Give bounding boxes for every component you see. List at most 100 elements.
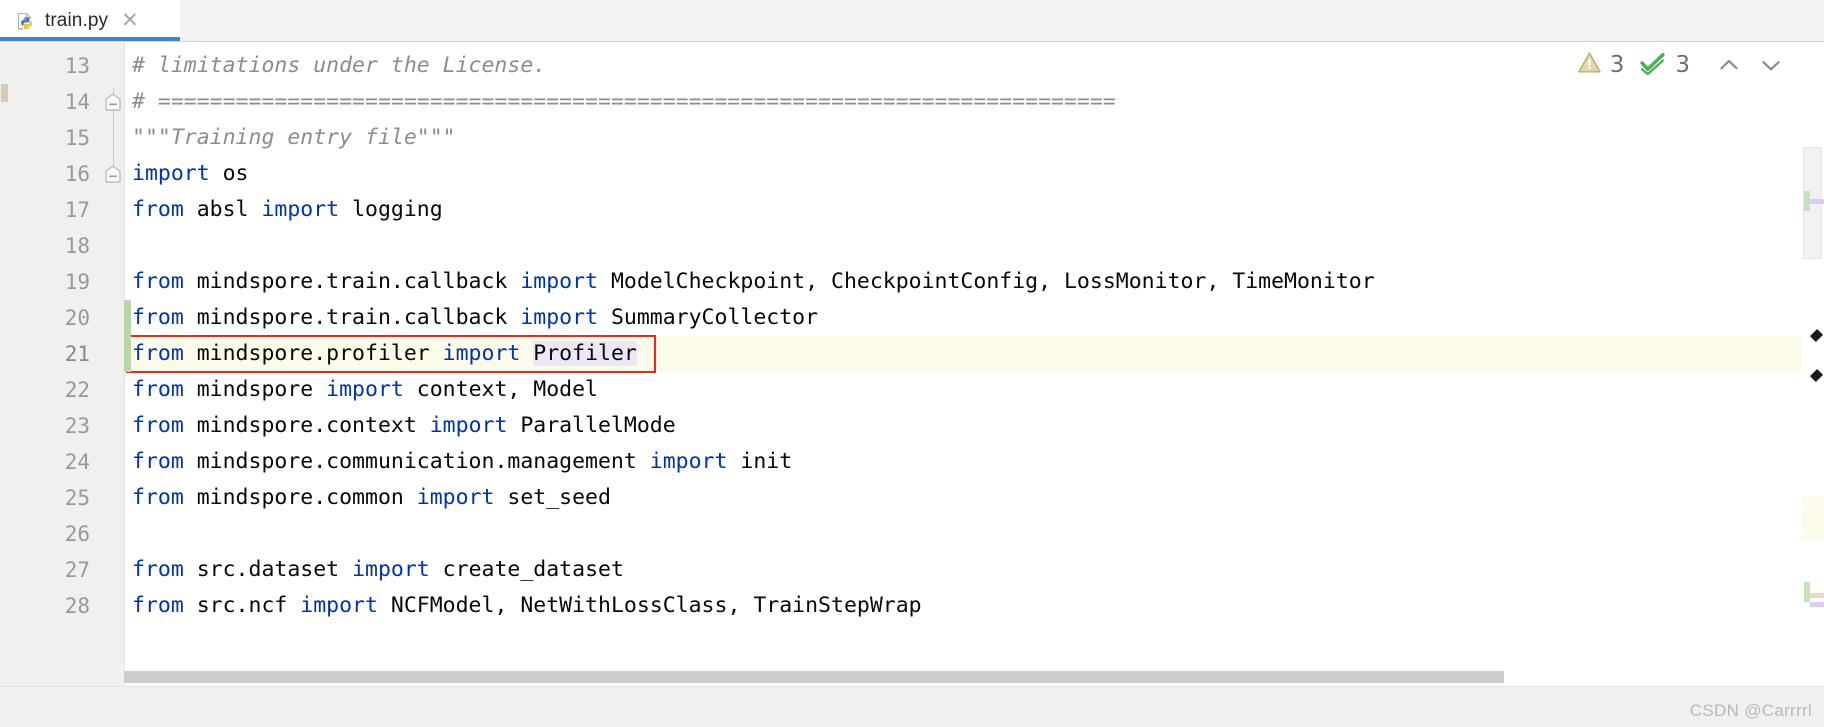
code-token: os [209, 161, 249, 186]
code-line[interactable]: from mindspore import context, Model [124, 372, 1824, 408]
code-token: src.dataset [183, 557, 353, 582]
code-line-text: # limitations under the License. [124, 48, 546, 84]
code-token: # limitations under the License. [132, 53, 547, 78]
stripe-marker-warning[interactable] [1810, 593, 1824, 598]
line-number[interactable]: 17 [10, 192, 102, 228]
vcs-change-marker[interactable] [124, 336, 131, 372]
code-line[interactable]: # ======================================… [124, 84, 1824, 120]
python-file-icon [16, 11, 36, 31]
code-token: context, Model [403, 377, 599, 402]
code-token: mindspore.train.callback [183, 269, 521, 294]
code-line[interactable] [124, 516, 1824, 552]
code-line[interactable]: from mindspore.profiler import Profiler [124, 336, 1824, 372]
line-number[interactable]: 19 [10, 264, 102, 300]
code-line-text: import os [124, 156, 249, 192]
code-token: mindspore.common [183, 485, 417, 510]
code-token: import [326, 377, 404, 402]
code-line[interactable]: import os [124, 156, 1824, 192]
line-number-gutter[interactable]: 13 14 15 16 17 18 19 20 21 22 23 24 25 26 27 28 [10, 42, 102, 727]
code-token: from [132, 593, 184, 618]
code-token: mindspore.communication.management [183, 449, 650, 474]
code-token: from [132, 377, 184, 402]
error-stripe-scrollbar[interactable] [1802, 42, 1824, 727]
vcs-change-marker[interactable] [124, 300, 131, 336]
inspection-widget[interactable]: 3 3 [1572, 48, 1788, 82]
line-number[interactable]: 25 [10, 480, 102, 516]
stripe-marker-highlight [1802, 497, 1824, 539]
code-line[interactable]: from absl import logging [124, 192, 1824, 228]
code-line-text: """Training entry file""" [124, 120, 456, 156]
code-line[interactable]: from mindspore.train.callback import Sum… [124, 300, 1824, 336]
stripe-marker-vcs[interactable] [1804, 582, 1810, 602]
code-line[interactable]: """Training entry file""" [124, 120, 1824, 156]
code-line[interactable]: from mindspore.common import set_seed [124, 480, 1824, 516]
code-token: NCFModel, NetWithLossClass, TrainStepWra… [377, 593, 922, 618]
close-icon[interactable]: ✕ [121, 10, 139, 31]
warning-count: 3 [1609, 52, 1625, 78]
editor-tab-bar: train.py ✕ [0, 0, 1824, 42]
code-line[interactable]: from src.ncf import NCFModel, NetWithLos… [124, 588, 1824, 624]
code-line[interactable]: from mindspore.communication.management … [124, 444, 1824, 480]
code-token: import [416, 485, 495, 510]
green-double-check-icon [1640, 50, 1667, 80]
editor-bottom-strip [0, 686, 1824, 727]
horizontal-scrollbar[interactable] [124, 671, 1674, 683]
code-line-text: from mindspore.context import ParallelMo… [124, 408, 676, 444]
stripe-marker-usage[interactable] [1810, 199, 1824, 204]
code-token: import [429, 413, 508, 438]
code-line-text: from mindspore.train.callback import Sum… [124, 300, 818, 336]
chevron-down-icon[interactable] [1758, 52, 1784, 78]
code-token: from [132, 341, 184, 366]
code-line-text: from src.ncf import NCFModel, NetWithLos… [124, 588, 922, 624]
code-folding-column[interactable] [102, 42, 125, 727]
line-number[interactable]: 20 [10, 300, 102, 336]
horizontal-scrollbar-thumb[interactable] [124, 671, 1504, 683]
code-token: import [261, 197, 340, 222]
code-token: import [352, 557, 430, 582]
code-token: from [132, 557, 184, 582]
code-token: from [132, 413, 184, 438]
code-content-area[interactable]: # limitations under the License. # ======… [124, 42, 1824, 727]
code-line-text: from mindspore.profiler import Profiler [124, 336, 637, 372]
code-token: import [520, 269, 598, 294]
code-line-text: from src.dataset import create_dataset [124, 552, 624, 588]
code-token: mindspore.context [183, 413, 430, 438]
tab-label: train.py [45, 9, 109, 31]
line-number[interactable]: 26 [10, 516, 102, 552]
line-number[interactable]: 24 [10, 444, 102, 480]
code-token: ParallelMode [507, 413, 676, 438]
code-token: import [649, 449, 728, 474]
code-line[interactable]: from src.dataset import create_dataset [124, 552, 1824, 588]
code-line[interactable] [124, 228, 1824, 264]
chevron-up-icon[interactable] [1716, 52, 1742, 78]
code-line[interactable]: from mindspore.context import ParallelMo… [124, 408, 1824, 444]
line-number[interactable]: 21 [10, 336, 102, 372]
line-number[interactable]: 28 [10, 588, 102, 624]
code-token: set_seed [494, 485, 611, 510]
line-number[interactable]: 18 [10, 228, 102, 264]
line-number[interactable]: 16 [10, 156, 102, 192]
code-line-text: from mindspore import context, Model [124, 372, 598, 408]
fold-collapse-icon[interactable] [104, 165, 122, 184]
warning-triangle-icon [1577, 50, 1602, 80]
line-number[interactable]: 14 [10, 84, 102, 120]
code-token: Profiler [533, 341, 637, 366]
code-token: absl [183, 197, 262, 222]
line-number[interactable]: 15 [10, 120, 102, 156]
watermark-text: CSDN @Carrrrl [1689, 701, 1812, 720]
line-number[interactable]: 22 [10, 372, 102, 408]
code-token: mindspore.profiler [183, 341, 443, 366]
tab-train-py[interactable]: train.py ✕ [0, 0, 180, 41]
line-number[interactable]: 23 [10, 408, 102, 444]
code-token: logging [339, 197, 443, 222]
code-token: create_dataset [429, 557, 624, 582]
code-editor[interactable]: 13 14 15 16 17 18 19 20 21 22 23 24 25 26 27 28 # limit… [0, 42, 1824, 727]
line-number[interactable]: 13 [10, 48, 102, 84]
code-token: from [132, 269, 184, 294]
line-number[interactable]: 27 [10, 552, 102, 588]
code-token: import [132, 161, 210, 186]
code-line[interactable]: from mindspore.train.callback import Mod… [124, 264, 1824, 300]
code-line[interactable]: # limitations under the License. [124, 48, 1824, 84]
fold-collapse-icon[interactable] [104, 93, 122, 112]
stripe-marker-usage[interactable] [1810, 602, 1824, 607]
